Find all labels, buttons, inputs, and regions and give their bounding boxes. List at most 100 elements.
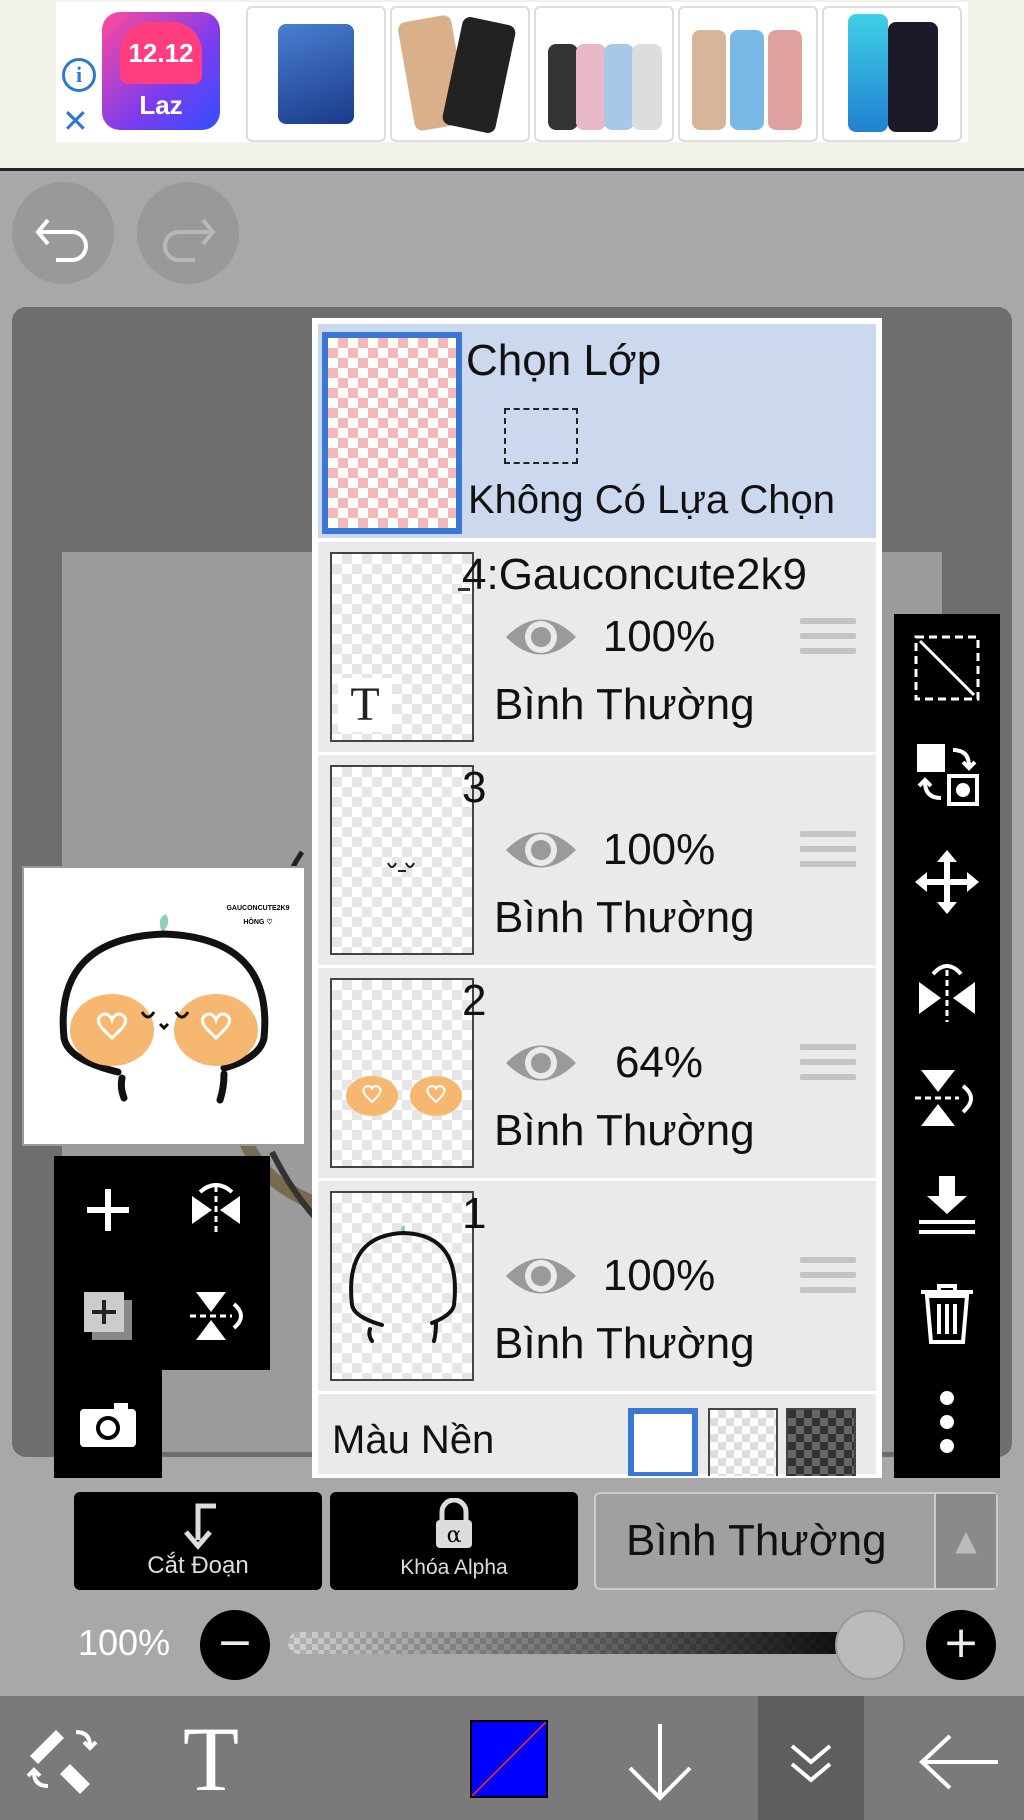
layer-panel: Chọn Lớp Không Có Lựa Chọn T 4:Gauconcut…	[312, 318, 882, 1478]
background-white-swatch[interactable]	[628, 1408, 698, 1476]
current-color-swatch[interactable]	[470, 1720, 548, 1798]
layer-thumbnail-art	[346, 1076, 462, 1116]
flip-vertical-icon	[190, 1292, 243, 1340]
layer-thumbnail	[330, 1191, 474, 1381]
camera-icon	[80, 1403, 136, 1447]
preview-text-1: GAUCONCUTE2K9	[226, 905, 289, 912]
selection-thumbnail	[322, 332, 462, 534]
flip-vertical-button[interactable]	[162, 1262, 270, 1370]
selection-title: Chọn Lớp	[466, 336, 662, 385]
preview-text-2: HỒNG ♡	[243, 916, 272, 926]
camera-button[interactable]	[54, 1370, 162, 1478]
layer-row[interactable]: 3 100% Bình Thường	[318, 755, 876, 968]
undo-button[interactable]	[12, 182, 114, 284]
redo-icon	[163, 218, 216, 262]
clear-selection-button[interactable]	[894, 614, 1000, 722]
double-chevron-down-icon	[790, 1744, 832, 1783]
flip-vertical-right-button[interactable]	[894, 1044, 1000, 1152]
canvas-preview[interactable]: GAUCONCUTE2K9 HỒNG ♡	[22, 866, 306, 1146]
drag-handle-icon[interactable]	[800, 618, 856, 664]
arrow-left-icon	[919, 1734, 998, 1790]
drag-handle-icon[interactable]	[800, 831, 856, 877]
opacity-slider-handle[interactable]	[835, 1610, 905, 1680]
layer-thumbnail	[330, 978, 474, 1168]
trash-icon	[921, 1284, 973, 1344]
opacity-value: 100%	[78, 1622, 171, 1663]
text-tool-icon[interactable]: T	[168, 1713, 254, 1805]
flip-horizontal-button[interactable]	[162, 1156, 270, 1264]
layer-name[interactable]: 3	[462, 763, 486, 813]
more-vertical-icon	[940, 1391, 954, 1453]
ad-product-2[interactable]	[390, 6, 530, 142]
delete-layer-button[interactable]	[894, 1260, 1000, 1368]
ad-content[interactable]: i ✕ 12.12 Laz	[56, 2, 968, 142]
layer-row[interactable]: 2 64% Bình Thường	[318, 968, 876, 1181]
ad-product-3[interactable]	[534, 6, 674, 142]
layer-row[interactable]: 1 100% Bình Thường	[318, 1181, 876, 1394]
ad-product-4[interactable]	[678, 6, 818, 142]
move-arrows-icon	[915, 850, 979, 914]
arrow-down-icon	[628, 1724, 692, 1801]
redo-button[interactable]	[137, 182, 239, 284]
clipping-button[interactable]: Cắt Đoạn	[74, 1492, 322, 1590]
clipping-arrow-icon	[184, 1503, 216, 1550]
flip-vertical-icon	[915, 1070, 973, 1126]
blend-mode-select[interactable]: Bình Thường ▲	[594, 1492, 998, 1590]
ad-product-1[interactable]	[246, 6, 386, 142]
info-icon[interactable]: i	[62, 58, 96, 92]
opacity-slider[interactable]	[288, 1632, 888, 1654]
background-color-label: Màu Nền	[332, 1418, 495, 1462]
opacity-decrease-button[interactable]: −	[200, 1610, 270, 1680]
layer-down-button[interactable]	[620, 1718, 700, 1804]
layer-blend-mode: Bình Thường	[494, 893, 755, 942]
layer-panel-toggle-button[interactable]	[776, 1726, 846, 1796]
ad-product-5[interactable]	[822, 6, 962, 142]
selection-layer-row[interactable]: Chọn Lớp Không Có Lựa Chọn	[318, 324, 876, 538]
clipping-label: Cắt Đoạn	[147, 1552, 249, 1579]
brush-eraser-icon	[26, 1730, 98, 1794]
merge-down-icon	[919, 1176, 975, 1234]
ad-banner[interactable]: i ✕ 12.12 Laz	[0, 0, 1024, 171]
left-toolbox	[54, 1156, 270, 1370]
background-dark-swatch[interactable]	[786, 1408, 856, 1476]
flip-horizontal-right-button[interactable]	[894, 936, 1000, 1044]
layer-blend-mode: Bình Thường	[494, 1319, 755, 1368]
add-layer-button[interactable]	[54, 1156, 162, 1264]
flip-horizontal-icon	[919, 964, 975, 1022]
opacity-increase-button[interactable]: +	[926, 1610, 996, 1680]
layer-name[interactable]: 4:Gauconcute2k9	[462, 550, 807, 600]
background-transparent-swatch[interactable]	[708, 1408, 778, 1476]
lazada-logo[interactable]: 12.12 Laz	[102, 12, 220, 130]
visibility-eye-icon[interactable]	[504, 1251, 578, 1301]
brush-eraser-toggle-button[interactable]	[20, 1716, 104, 1800]
alpha-lock-label: Khóa Alpha	[400, 1556, 508, 1579]
triangle-up-icon[interactable]: ▲	[934, 1494, 996, 1588]
duplicate-layer-button[interactable]	[54, 1262, 162, 1370]
visibility-eye-icon[interactable]	[504, 612, 578, 662]
alpha-lock-button[interactable]: α Khóa Alpha	[330, 1492, 578, 1590]
visibility-eye-icon[interactable]	[504, 825, 578, 875]
drag-handle-icon[interactable]	[800, 1044, 856, 1090]
blend-mode-value: Bình Thường	[626, 1516, 887, 1565]
duplicate-layer-icon	[84, 1292, 132, 1340]
plus-icon	[87, 1189, 129, 1231]
swap-layer-button[interactable]	[894, 720, 1000, 828]
lock-icon: α	[436, 1498, 472, 1548]
layer-name[interactable]: 2	[462, 976, 486, 1026]
layer-name[interactable]: 1	[462, 1189, 486, 1239]
selection-status: Không Có Lựa Chọn	[468, 478, 836, 522]
back-button[interactable]	[914, 1722, 1004, 1802]
close-icon[interactable]: ✕	[62, 102, 89, 140]
drag-handle-icon[interactable]	[800, 1257, 856, 1303]
ad-badge: 12.12	[120, 22, 202, 84]
more-options-button[interactable]	[894, 1368, 1000, 1476]
layer-row[interactable]: T 4:Gauconcute2k9 100% Bình Thường	[318, 542, 876, 755]
visibility-eye-icon[interactable]	[504, 1038, 578, 1088]
plus-icon: +	[942, 1617, 980, 1668]
layer-opacity: 100%	[602, 612, 716, 661]
minus-icon: −	[216, 1617, 254, 1668]
merge-down-button[interactable]	[894, 1152, 1000, 1260]
move-button[interactable]	[894, 828, 1000, 936]
layer-thumbnail-art	[387, 862, 415, 872]
layer-thumbnail: T	[330, 552, 474, 742]
